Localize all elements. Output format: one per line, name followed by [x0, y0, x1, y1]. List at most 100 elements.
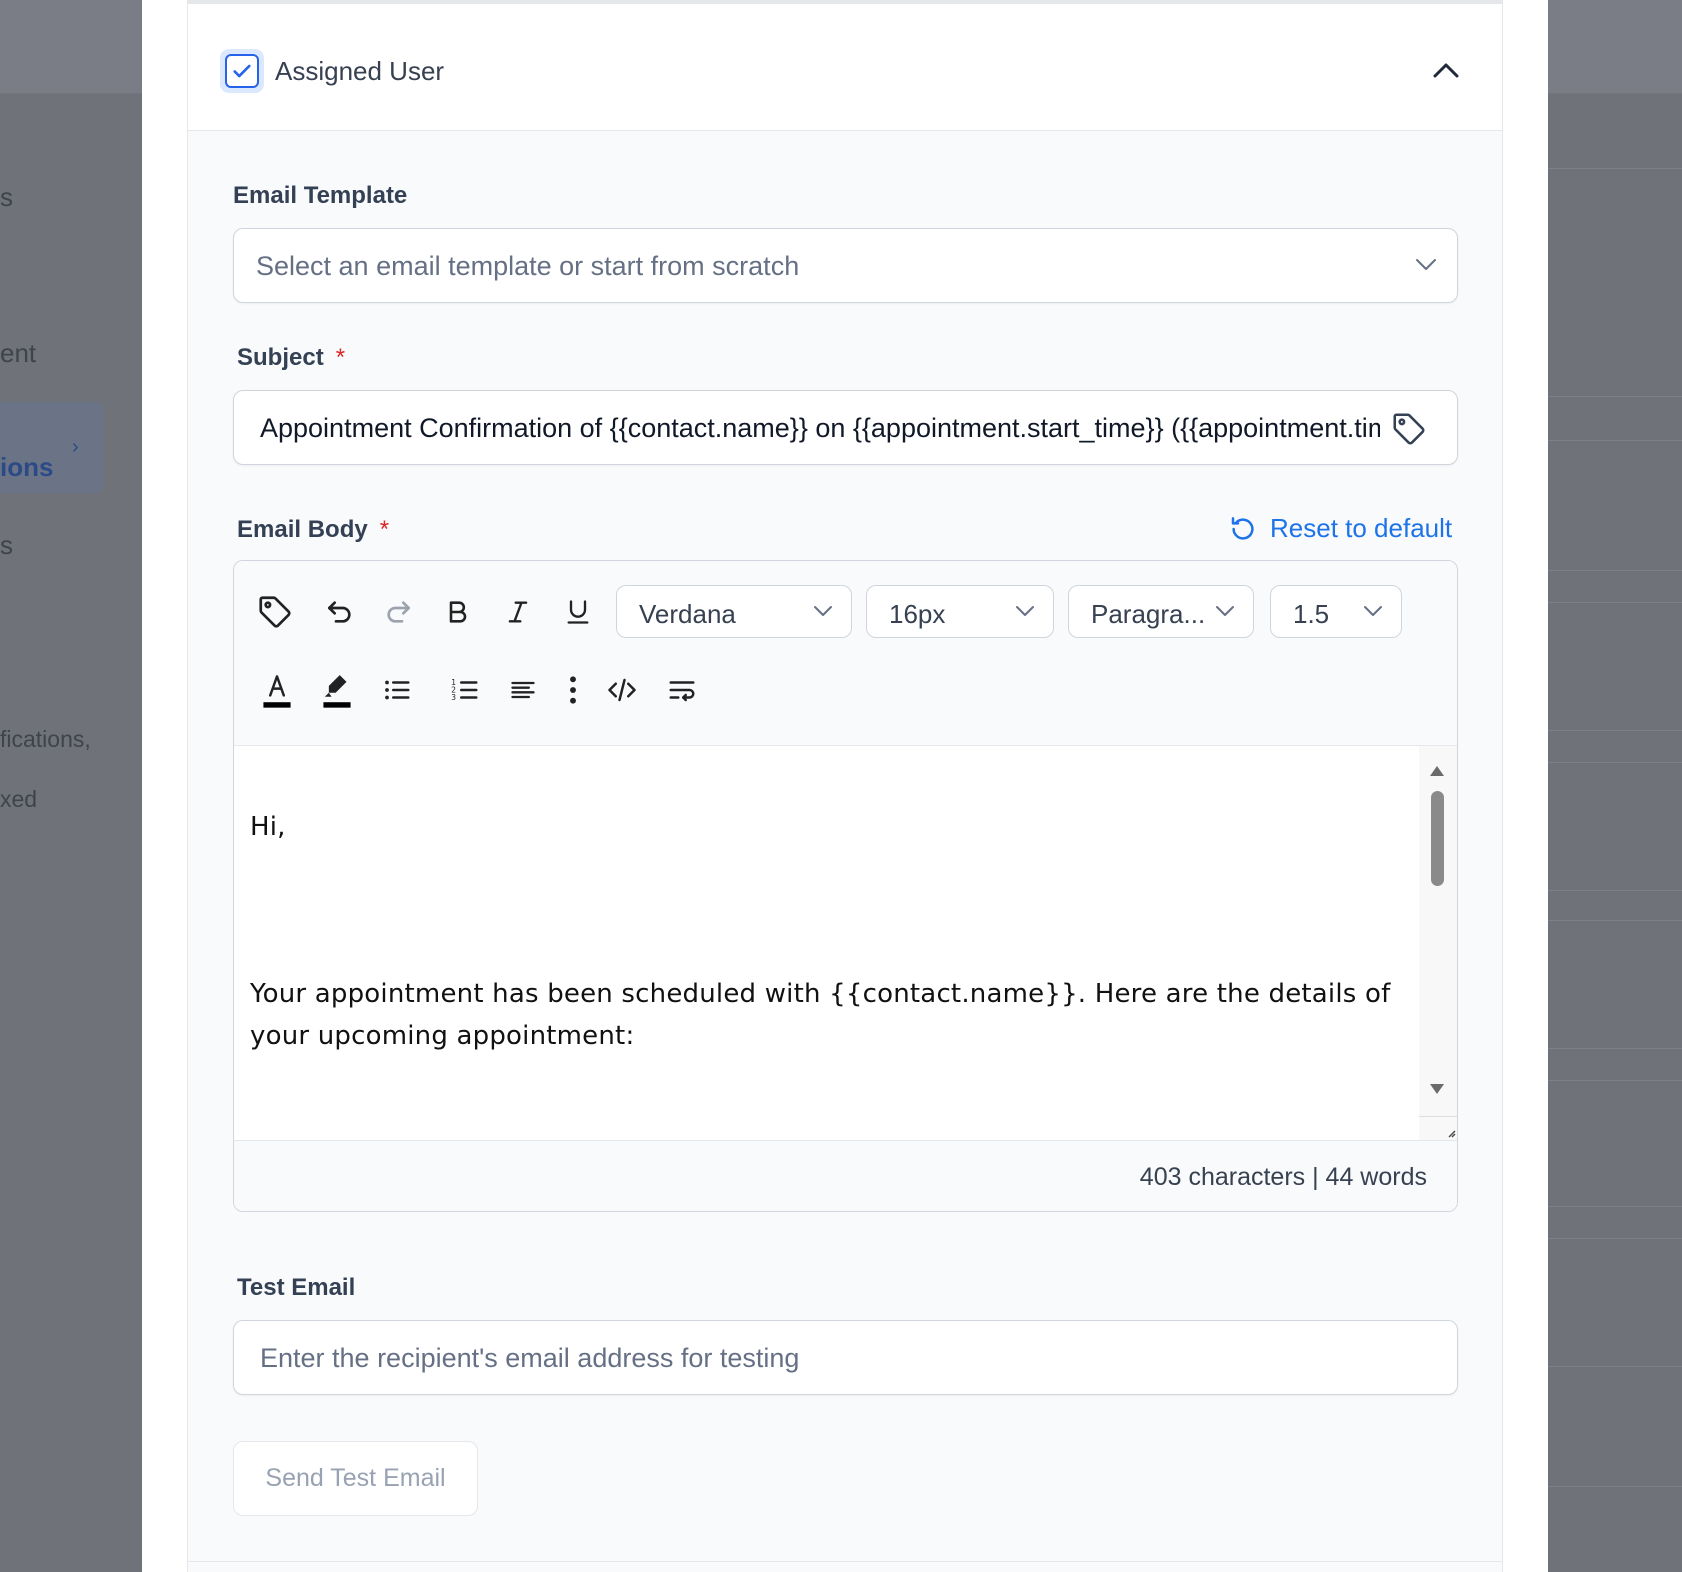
redo-icon: [387, 601, 410, 623]
background-divider: [1548, 1486, 1682, 1487]
background-sidebar-item: ions: [0, 452, 54, 482]
font-size-select[interactable]: 16px: [866, 585, 1054, 638]
align-button[interactable]: [500, 667, 546, 713]
chevron-down-icon: [1363, 604, 1383, 623]
chevron-up-icon: [1433, 63, 1459, 78]
background-divider: [1548, 440, 1682, 441]
line-height-select[interactable]: 1.5: [1270, 585, 1402, 638]
line-height-value: 1.5: [1293, 599, 1330, 629]
background-divider: [1548, 920, 1682, 921]
resize-handle[interactable]: [1419, 1116, 1457, 1140]
chevron-down-icon: [1415, 257, 1437, 276]
editor-scrollbar[interactable]: [1419, 746, 1457, 1140]
background-sidebar-item: s: [0, 530, 13, 560]
collapse-section-button[interactable]: [1426, 50, 1466, 90]
email-greeting: Hi,: [250, 812, 286, 842]
email-paragraph: Your appointment has been scheduled with…: [250, 979, 1391, 1051]
italic-icon: [508, 601, 528, 623]
editor-footer: 403 characters | 44 words: [234, 1140, 1457, 1211]
background-divider: [1548, 730, 1682, 731]
background-divider: [1548, 1048, 1682, 1049]
block-format-value: Paragra...: [1091, 599, 1206, 629]
checkmark-icon: [233, 64, 251, 78]
character-word-count: 403 characters | 44 words: [1139, 1163, 1427, 1191]
email-body-editor: Verdana 16px Paragra... 1.5 1 2 3 Hi, Yo…: [233, 560, 1458, 1212]
modal-dialog: Assigned User Email Template Select an e…: [142, 0, 1548, 1572]
text-color-button[interactable]: [254, 667, 300, 713]
text-color-icon: [263, 675, 291, 708]
font-size-value: 16px: [889, 599, 946, 629]
align-left-icon: [511, 681, 535, 699]
highlight-color-button[interactable]: [314, 667, 360, 713]
underline-button[interactable]: [555, 589, 601, 635]
section-title: Assigned User: [275, 56, 445, 86]
text-wrap-button[interactable]: [659, 667, 705, 713]
font-family-select[interactable]: Verdana: [616, 585, 852, 638]
background-sidebar-item: xed: [0, 786, 38, 812]
background-divider: [1548, 890, 1682, 891]
background-divider: [1548, 1238, 1682, 1239]
undo-button[interactable]: [317, 589, 363, 635]
email-template-select[interactable]: Select an email template or start from s…: [233, 228, 1458, 303]
underline-icon: [567, 600, 589, 624]
background-divider: [1548, 1080, 1682, 1081]
assigned-user-checkbox[interactable]: [220, 49, 264, 93]
source-code-button[interactable]: [599, 667, 645, 713]
assigned-user-section: Assigned User Email Template Select an e…: [187, 0, 1503, 1572]
background-sidebar-item: ent: [0, 338, 37, 368]
subject-value: Appointment Confirmation of {{contact.na…: [260, 413, 1380, 443]
text-wrap-icon: [669, 681, 695, 702]
email-template-placeholder: Select an email template or start from s…: [256, 251, 800, 281]
editor-content-area[interactable]: Hi, Your appointment has been scheduled …: [234, 746, 1457, 1140]
scroll-down-arrow-icon[interactable]: [1430, 1084, 1444, 1094]
bold-button[interactable]: [435, 589, 481, 635]
section-header[interactable]: Assigned User: [188, 4, 1502, 131]
tag-icon: [259, 596, 291, 628]
editor-toolbar: Verdana 16px Paragra... 1.5 1 2 3: [234, 561, 1457, 746]
chevron-down-icon: [1015, 604, 1035, 623]
background-right-panel: [1548, 94, 1682, 1572]
insert-merge-tag-button[interactable]: [252, 589, 298, 635]
chevron-down-icon: [1215, 604, 1235, 623]
more-options-button[interactable]: [550, 667, 596, 713]
send-test-email-button[interactable]: Send Test Email: [233, 1441, 478, 1516]
test-email-input[interactable]: Enter the recipient's email address for …: [233, 1320, 1458, 1395]
email-body-label-text: Email Body: [237, 516, 368, 543]
scroll-up-arrow-icon[interactable]: [1430, 766, 1444, 776]
merge-tag-button[interactable]: [1389, 409, 1429, 449]
divider: [188, 1561, 1502, 1562]
background-divider: [1548, 762, 1682, 763]
highlighter-icon: [323, 675, 351, 708]
block-format-select[interactable]: Paragra...: [1068, 585, 1254, 638]
scrollbar-thumb[interactable]: [1431, 791, 1444, 886]
required-asterisk: *: [379, 516, 390, 543]
svg-text:3: 3: [451, 693, 456, 702]
background-divider: [1548, 1206, 1682, 1207]
test-email-label: Test Email: [237, 1274, 356, 1301]
reset-to-default-label: Reset to default: [1270, 513, 1453, 543]
redo-button[interactable]: [375, 589, 421, 635]
bullet-list-button[interactable]: [374, 667, 420, 713]
subject-input[interactable]: Appointment Confirmation of {{contact.na…: [233, 390, 1458, 465]
email-template-label: Email Template: [233, 182, 408, 209]
subject-label-text: Subject: [237, 344, 324, 371]
required-asterisk: *: [335, 344, 346, 371]
bold-icon: [449, 601, 467, 623]
background-chevron-right-icon: ›: [72, 436, 79, 458]
chevron-down-icon: [813, 604, 833, 623]
code-icon: [608, 678, 636, 702]
background-divider: [1548, 602, 1682, 603]
background-sidebar: [0, 94, 142, 1572]
background-sidebar-item: fications,: [0, 726, 91, 752]
reset-to-default-link[interactable]: Reset to default: [1228, 513, 1452, 544]
resize-grip-icon: [1448, 1130, 1456, 1138]
reset-icon: [1231, 516, 1254, 540]
undo-icon: [328, 601, 351, 623]
background-divider: [1548, 1366, 1682, 1367]
italic-button[interactable]: [495, 589, 541, 635]
font-family-value: Verdana: [639, 599, 736, 629]
email-body-label: Email Body *: [237, 516, 389, 544]
background-divider: [1548, 570, 1682, 571]
numbered-list-button[interactable]: 123: [442, 667, 488, 713]
numbered-list-icon: 123: [451, 678, 478, 702]
